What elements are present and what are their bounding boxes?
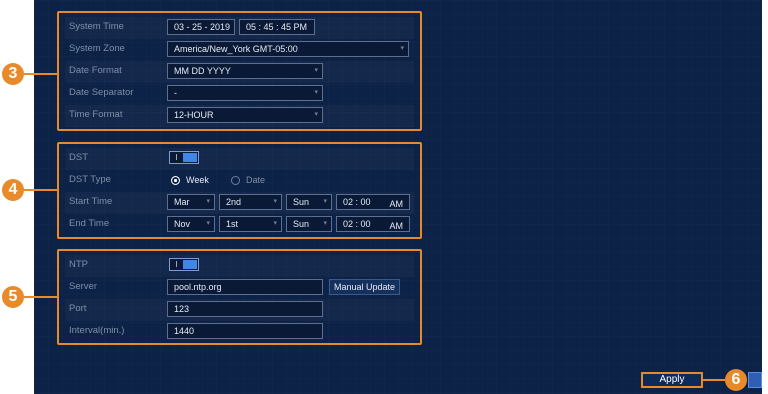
dst-type-label: DST Type (69, 174, 111, 185)
start-week-select[interactable]: 2nd ▾ (219, 194, 282, 210)
start-time-row: Start Time Mar ▾ 2nd ▾ Sun ▾ 02 : 00 AM (65, 192, 414, 214)
system-zone-label: System Zone (69, 43, 125, 54)
ntp-row: NTP I (65, 255, 414, 277)
chevron-down-icon: ▾ (273, 220, 277, 227)
chevron-down-icon: ▾ (314, 111, 318, 118)
start-time-label: Start Time (69, 196, 113, 207)
dst-type-date-label: Date (246, 175, 266, 185)
port-label: Port (69, 303, 87, 314)
chevron-down-icon: ▾ (314, 89, 318, 96)
date-separator-value: - (174, 88, 177, 98)
end-time-label: End Time (69, 218, 110, 229)
chevron-down-icon: ▾ (323, 198, 327, 205)
start-time-field[interactable]: 02 : 00 AM (336, 194, 410, 210)
interval-row: Interval(min.) 1440 (65, 321, 414, 343)
system-zone-value: America/New_York GMT-05:00 (174, 44, 298, 54)
callout-4-badge: 4 (2, 179, 24, 201)
start-day-value: Sun (293, 197, 310, 207)
date-format-value: MM DD YYYY (174, 66, 231, 76)
dst-group: DST I DST Type Week Date Start Time Mar … (57, 142, 422, 239)
date-separator-label: Date Separator (69, 87, 134, 98)
apply-button[interactable]: Apply (641, 372, 703, 388)
date-format-select[interactable]: MM DD YYYY ▾ (167, 63, 323, 79)
callout-6-connector (703, 379, 725, 381)
callout-3-connector (24, 73, 57, 75)
chevron-down-icon: ▾ (400, 45, 404, 52)
time-format-row: Time Format 12-HOUR ▾ (65, 105, 414, 127)
server-input[interactable]: pool.ntp.org (167, 279, 323, 295)
chevron-down-icon: ▾ (206, 220, 210, 227)
callout-6-badge: 6 (725, 369, 747, 391)
dst-toggle[interactable]: I (169, 151, 199, 164)
system-time-label: System Time (69, 21, 124, 32)
callout-3-badge: 3 (2, 63, 24, 85)
system-time-row: System Time 03 - 25 - 2019 05 : 45 : 45 … (65, 17, 414, 39)
ntp-toggle-knob (183, 260, 197, 269)
date-separator-row: Date Separator - ▾ (65, 83, 414, 105)
chevron-down-icon: ▾ (323, 220, 327, 227)
end-month-select[interactable]: Nov ▾ (167, 216, 215, 232)
server-row: Server pool.ntp.org Manual Update (65, 277, 414, 299)
end-week-value: 1st (226, 219, 239, 229)
time-format-label: Time Format (69, 109, 123, 120)
end-week-select[interactable]: 1st ▾ (219, 216, 282, 232)
end-time-field[interactable]: 02 : 00 AM (336, 216, 410, 232)
callout-4-connector (24, 189, 57, 191)
system-zone-select[interactable]: America/New_York GMT-05:00 ▾ (167, 41, 409, 57)
end-time-value: 02 : 00 (343, 219, 371, 229)
port-input[interactable]: 123 (167, 301, 323, 317)
start-ampm: AM (389, 199, 404, 209)
manual-update-button[interactable]: Manual Update (329, 279, 401, 295)
ntp-label: NTP (69, 259, 88, 270)
chevron-down-icon: ▾ (314, 67, 318, 74)
date-format-label: Date Format (69, 65, 122, 76)
date-format-row: Date Format MM DD YYYY ▾ (65, 61, 414, 83)
callout-5-badge: 5 (2, 286, 24, 308)
start-month-select[interactable]: Mar ▾ (167, 194, 215, 210)
end-day-value: Sun (293, 219, 310, 229)
start-time-value: 02 : 00 (343, 197, 371, 207)
time-format-select[interactable]: 12-HOUR ▾ (167, 107, 323, 123)
dst-type-week-radio[interactable] (171, 176, 180, 185)
side-panel-tab (748, 372, 762, 388)
end-day-select[interactable]: Sun ▾ (286, 216, 332, 232)
time-format-value: 12-HOUR (174, 110, 214, 120)
chevron-down-icon: ▾ (206, 198, 210, 205)
dst-toggle-mark: I (171, 153, 182, 162)
server-label: Server (69, 281, 97, 292)
start-week-value: 2nd (226, 197, 242, 207)
dst-row: DST I (65, 148, 414, 170)
end-ampm: AM (389, 221, 404, 231)
end-time-row: End Time Nov ▾ 1st ▾ Sun ▾ 02 : 00 AM (65, 214, 414, 236)
interval-input[interactable]: 1440 (167, 323, 323, 339)
system-time-field[interactable]: 05 : 45 : 45 PM (239, 19, 315, 35)
interval-label: Interval(min.) (69, 325, 125, 336)
system-time-group: System Time 03 - 25 - 2019 05 : 45 : 45 … (57, 11, 422, 131)
ntp-group: NTP I Server pool.ntp.org Manual Update … (57, 249, 422, 345)
dst-type-date-radio[interactable] (231, 176, 240, 185)
chevron-down-icon: ▾ (273, 198, 277, 205)
ntp-toggle-mark: I (171, 260, 182, 269)
dst-type-week-label: Week (186, 175, 209, 185)
start-day-select[interactable]: Sun ▾ (286, 194, 332, 210)
start-month-value: Mar (174, 197, 190, 207)
ntp-toggle[interactable]: I (169, 258, 199, 271)
system-zone-row: System Zone America/New_York GMT-05:00 ▾ (65, 39, 414, 61)
dst-type-row: DST Type Week Date (65, 170, 414, 192)
end-month-value: Nov (174, 219, 191, 229)
dst-label: DST (69, 152, 88, 163)
port-row: Port 123 (65, 299, 414, 321)
dst-toggle-knob (183, 153, 197, 162)
system-date-field[interactable]: 03 - 25 - 2019 (167, 19, 235, 35)
date-separator-select[interactable]: - ▾ (167, 85, 323, 101)
callout-5-connector (24, 296, 57, 298)
